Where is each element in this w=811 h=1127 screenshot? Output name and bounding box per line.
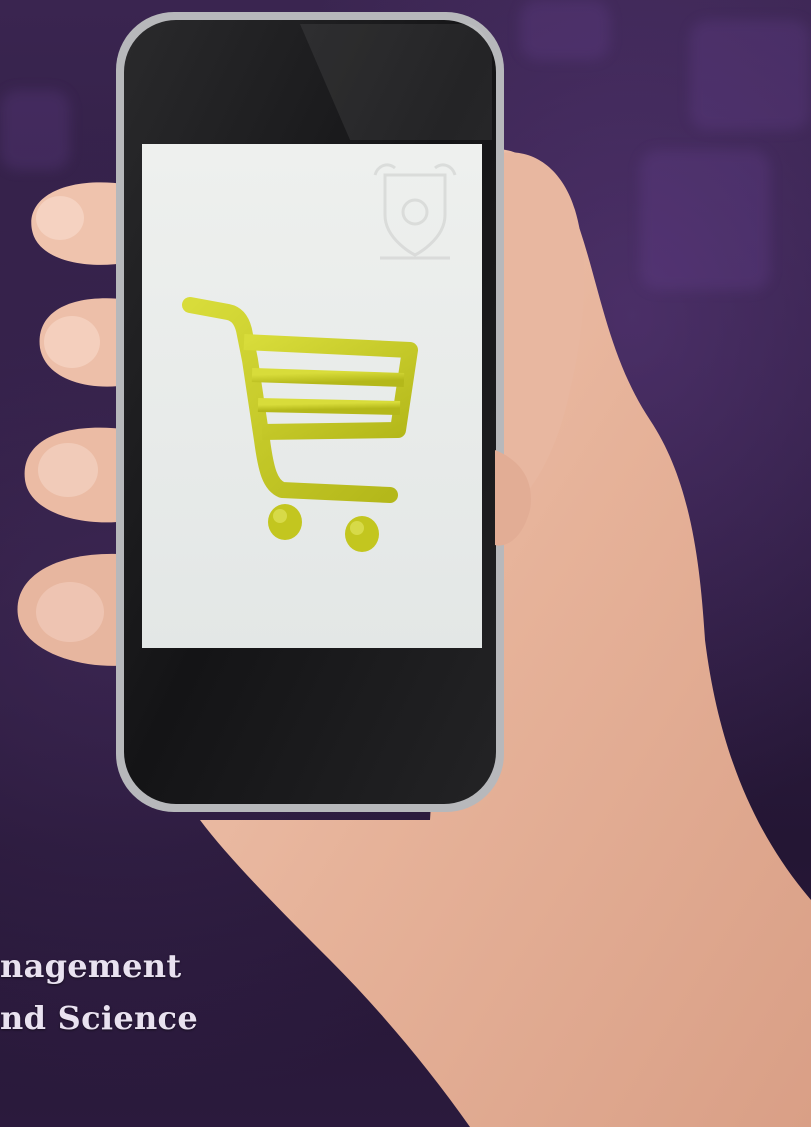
fingernail (36, 582, 104, 642)
fingernail (38, 443, 98, 497)
cover-subtitle: nagement nd Science (0, 940, 198, 1044)
fingernail (44, 316, 100, 368)
fingernail (36, 196, 84, 240)
cover-text-line-1: nagement (0, 947, 182, 985)
cover-text-line-2: nd Science (0, 999, 198, 1037)
phone-screen (142, 144, 482, 648)
book-cover-photo: nagement nd Science (0, 0, 811, 1127)
smartphone (116, 12, 504, 812)
